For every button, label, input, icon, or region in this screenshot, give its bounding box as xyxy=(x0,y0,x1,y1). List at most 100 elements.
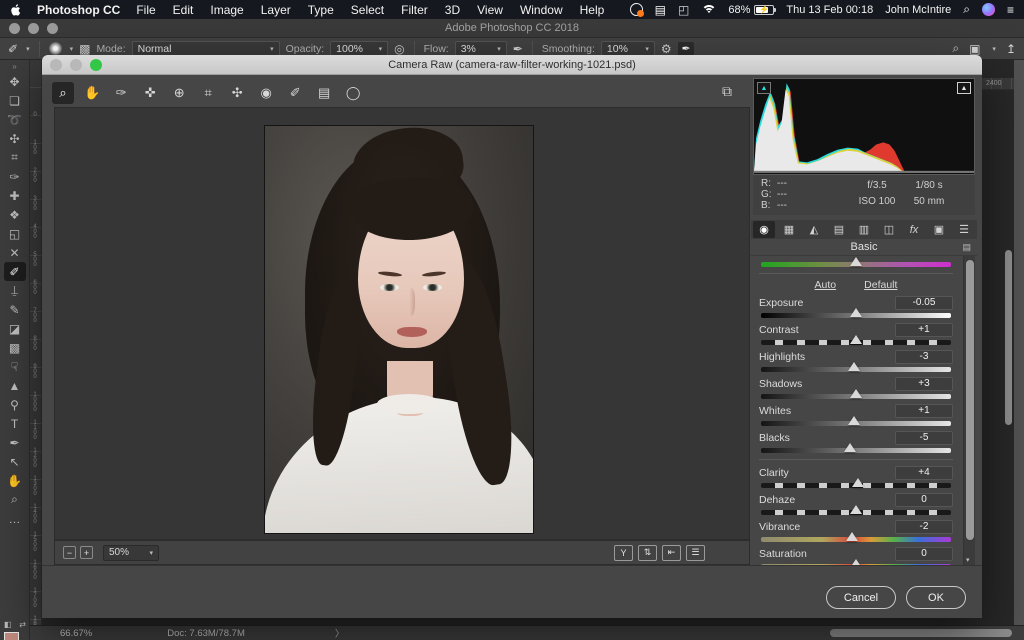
shadows-slider-track[interactable] xyxy=(761,394,951,399)
canvas-horizontal-scrollbar[interactable] xyxy=(830,629,1012,637)
menu-window[interactable]: Window xyxy=(520,3,563,17)
pen-tool[interactable]: ✒ xyxy=(4,433,26,452)
zoom-out-button[interactable]: − xyxy=(63,546,76,559)
scroll-down-icon[interactable]: ▾ xyxy=(966,556,970,564)
dehaze-slider-track[interactable] xyxy=(761,510,951,515)
tab-lens-corrections[interactable]: ◫ xyxy=(878,221,900,238)
dialog-minimize-button[interactable] xyxy=(70,59,82,71)
blacks-slider-track[interactable] xyxy=(761,448,951,453)
menu-file[interactable]: File xyxy=(136,3,155,17)
menu-filter[interactable]: Filter xyxy=(401,3,428,17)
tint-slider-thumb[interactable] xyxy=(850,257,862,266)
notification-center-icon[interactable]: ≡ xyxy=(1007,3,1014,17)
highlight-clipping-toggle[interactable]: ▲ xyxy=(957,82,971,94)
battery-indicator[interactable]: 68% ⚡ xyxy=(728,4,774,16)
spot-healing-brush-tool[interactable]: ✚ xyxy=(4,186,26,205)
smoothing-toggle-icon[interactable]: ✒ xyxy=(678,42,695,56)
swap-before-after-icon[interactable]: ⇅ xyxy=(638,545,657,561)
smudge-tool[interactable]: ☟ xyxy=(4,357,26,376)
clarity-slider-track[interactable] xyxy=(761,483,951,488)
menu-select[interactable]: Select xyxy=(351,3,384,17)
tab-camera-calibration[interactable]: ▣ xyxy=(928,221,950,238)
history-brush-tool[interactable]: ✎ xyxy=(4,300,26,319)
tab-effects[interactable]: fx xyxy=(903,221,925,238)
toggle-fullscreen-icon[interactable]: ⧉ xyxy=(722,83,732,100)
brush-settings-panel-icon[interactable]: ▩ xyxy=(79,42,90,56)
spotlight-icon[interactable]: ⌕ xyxy=(963,2,970,17)
menu-help[interactable]: Help xyxy=(580,3,605,17)
exposure-slider-thumb[interactable] xyxy=(850,308,862,317)
zoom-percent-field[interactable]: 66.67% xyxy=(60,628,92,639)
tab-basic[interactable]: ◉ xyxy=(753,221,775,238)
window-close-button[interactable] xyxy=(9,23,20,34)
contrast-slider-thumb[interactable] xyxy=(850,335,862,344)
clarity-value-field[interactable]: +4 xyxy=(895,466,953,480)
clarity-slider-thumb[interactable] xyxy=(852,478,864,487)
drive-stack-icon[interactable]: ▤ xyxy=(655,3,666,17)
menu-image[interactable]: Image xyxy=(210,3,243,17)
window-minimize-button[interactable] xyxy=(28,23,39,34)
healing-brush-tool[interactable]: ❖ xyxy=(4,205,26,224)
menubar-clock[interactable]: Thu 13 Feb 00:18 xyxy=(786,4,873,16)
crw-white-balance-tool[interactable]: ✑ xyxy=(110,82,132,104)
eraser-tool[interactable]: ◪ xyxy=(4,319,26,338)
apple-menu-icon[interactable] xyxy=(10,3,23,17)
before-after-toggle-icon[interactable]: Y xyxy=(614,545,633,561)
menubar-user[interactable]: John McIntire xyxy=(885,4,951,16)
search-icon[interactable]: ⌕ xyxy=(952,41,959,56)
whites-slider-track[interactable] xyxy=(761,421,951,426)
tab-detail[interactable]: ◭ xyxy=(803,221,825,238)
crw-transform-tool[interactable]: ⌗ xyxy=(197,82,219,104)
crw-color-sampler-tool[interactable]: ✜ xyxy=(139,82,161,104)
brush-preset-picker[interactable] xyxy=(49,42,62,55)
crw-targeted-adjustment-tool[interactable]: ⊕ xyxy=(168,82,190,104)
preview-area[interactable] xyxy=(54,107,750,540)
dodge-tool[interactable]: ▲ xyxy=(4,376,26,395)
crop-tool[interactable]: ⌗ xyxy=(4,148,26,167)
patch-tool[interactable]: ◱ xyxy=(4,224,26,243)
highlights-slider-track[interactable] xyxy=(761,367,951,372)
panel-menu-icon[interactable]: ▤ xyxy=(962,242,971,253)
vibrance-value-field[interactable]: -2 xyxy=(895,520,953,534)
siri-icon[interactable] xyxy=(982,3,995,16)
tools-panel-collapse-icon[interactable]: » xyxy=(0,60,29,72)
menu-type[interactable]: Type xyxy=(308,3,334,17)
dialog-close-button[interactable] xyxy=(50,59,62,71)
shadow-clipping-toggle[interactable]: ▲ xyxy=(757,82,771,94)
blacks-slider-thumb[interactable] xyxy=(844,443,856,452)
edit-toolbar-tool[interactable]: … xyxy=(4,509,26,528)
menu-view[interactable]: View xyxy=(477,3,503,17)
crw-radial-filter-tool[interactable]: ◯ xyxy=(342,82,364,104)
exposure-slider-track[interactable] xyxy=(761,313,951,318)
foreground-color-swatch[interactable] xyxy=(4,632,19,640)
brush-tool[interactable]: ✐ xyxy=(4,262,26,281)
whites-slider-thumb[interactable] xyxy=(848,416,860,425)
dialog-zoom-button[interactable] xyxy=(90,59,102,71)
ok-button[interactable]: OK xyxy=(906,586,966,609)
burn-tool[interactable]: ⚲ xyxy=(4,395,26,414)
panel-scrollbar[interactable]: ▾ xyxy=(963,256,975,565)
copy-current-to-before-icon[interactable]: ⇤ xyxy=(662,545,681,561)
spiral-status-icon[interactable]: ◰ xyxy=(678,3,689,17)
tint-slider-track[interactable] xyxy=(761,262,951,267)
status-chevron-icon[interactable]: 〉 xyxy=(335,626,345,640)
pressure-opacity-icon[interactable]: ◎ xyxy=(394,42,404,56)
tab-hsl-grayscale[interactable]: ▤ xyxy=(828,221,850,238)
saturation-value-field[interactable]: 0 xyxy=(895,547,953,561)
tab-tone-curve[interactable]: ▦ xyxy=(778,221,800,238)
hand-tool[interactable]: ✋ xyxy=(4,471,26,490)
crw-red-eye-tool[interactable]: ◉ xyxy=(255,82,277,104)
panel-scrollbar-thumb[interactable] xyxy=(966,260,974,540)
clone-stamp-tool[interactable]: ⍊ xyxy=(4,281,26,300)
whites-value-field[interactable]: +1 xyxy=(895,404,953,418)
shadows-slider-thumb[interactable] xyxy=(850,389,862,398)
quick-selection-tool[interactable]: ✣ xyxy=(4,129,26,148)
smoothing-options-gear-icon[interactable]: ⚙ xyxy=(661,42,672,56)
shadows-value-field[interactable]: +3 xyxy=(895,377,953,391)
crw-graduated-filter-tool[interactable]: ▤ xyxy=(313,82,335,104)
default-link[interactable]: Default xyxy=(864,279,897,291)
cancel-button[interactable]: Cancel xyxy=(826,586,896,609)
crw-zoom-tool[interactable]: ⌕ xyxy=(52,82,74,104)
tab-split-toning[interactable]: ▥ xyxy=(853,221,875,238)
lasso-tool[interactable]: ➰ xyxy=(4,110,26,129)
